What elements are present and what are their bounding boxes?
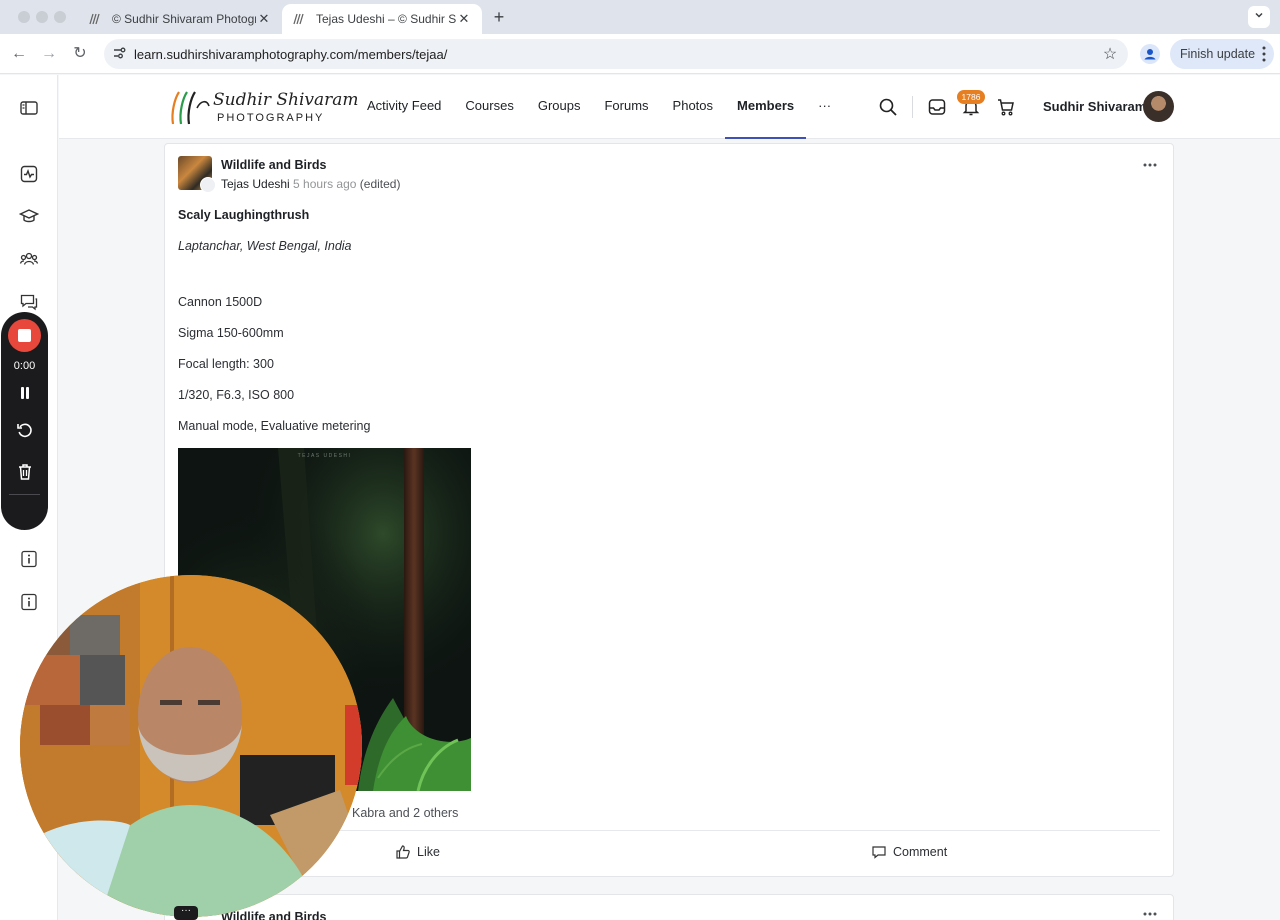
post-location: Laptanchar, West Bengal, India [178,239,352,253]
post-edited-label: (edited) [359,177,401,191]
logo-mark-icon [171,91,210,125]
cart-icon[interactable] [996,97,1016,117]
screen-recorder-panel: 0:00 [1,312,48,530]
post-meta: Tejas Udeshi 5 hours ago (edited) [221,177,400,191]
url-text[interactable]: learn.sudhirshivaramphotography.com/memb… [134,47,1092,62]
back-button[interactable]: ← [9,44,29,64]
post-text-line: Cannon 1500D [178,295,263,309]
trash-icon[interactable] [15,462,35,482]
header-divider [912,96,913,118]
finish-update-label: Finish update [1180,47,1256,61]
restart-icon[interactable] [15,421,35,441]
notification-count-badge: 1786 [957,90,985,104]
stop-recording-button[interactable] [8,319,41,352]
forward-button[interactable]: → [39,44,59,64]
nav-activity-feed[interactable]: Activity Feed [355,75,453,139]
nav-forums[interactable]: Forums [592,75,660,139]
window-zoom-button[interactable] [54,11,66,23]
post-options-button[interactable] [1143,903,1157,919]
forums-chat-icon[interactable] [19,292,39,312]
nav-members[interactable]: Members [725,75,807,139]
main-nav: Activity Feed Courses Groups Forums Phot… [355,75,843,139]
browser-toolbar: ← → ↻ learn.sudhirshivaramphotography.co… [0,34,1280,74]
author-avatar[interactable] [200,177,216,193]
post-text-line: Manual mode, Evaluative metering [178,419,371,433]
sidebar-toggle-icon[interactable] [19,98,39,118]
activity-icon[interactable] [19,164,39,184]
post-author-link[interactable]: Tejas Udeshi [221,177,290,191]
like-label: Like [417,845,440,859]
nav-photos[interactable]: Photos [661,75,725,139]
site-settings-icon[interactable] [104,46,134,63]
logo-subtext: PHOTOGRAPHY [217,112,325,124]
more-dots-icon [1143,912,1157,916]
bookmark-star-icon[interactable]: ☆ [1092,44,1128,64]
browser-tab-2[interactable]: Tejas Udeshi – © Sudhir Shiva ✕ [282,4,482,34]
post-title: Scaly Laughingthrush [178,208,310,222]
post-text-line: 1/320, F6.3, ISO 800 [178,388,295,402]
chevron-down-icon [1255,12,1263,18]
post-time[interactable]: 5 hours ago [293,177,356,191]
nav-more[interactable]: ··· [806,75,843,139]
site-logo[interactable]: Sudhir Shivaram PHOTOGRAPHY [165,88,359,128]
reload-button[interactable]: ↻ [70,44,90,64]
recorder-divider [9,494,40,495]
kebab-menu-icon [1262,46,1266,62]
logo-text: Sudhir Shivaram [213,90,359,110]
nav-courses[interactable]: Courses [453,75,525,139]
activity-post-card: Wildlife and Birds [164,894,1174,920]
address-bar[interactable]: learn.sudhirshivaramphotography.com/memb… [104,39,1128,69]
inbox-icon[interactable] [927,97,947,117]
comment-bubble-icon [872,846,886,859]
photo-watermark: TEJAS UDESHI [297,453,352,459]
more-dots-icon [1143,163,1157,167]
finish-update-button[interactable]: Finish update [1170,39,1274,69]
tab-title: © Sudhir Shivaram Photograp [112,12,256,26]
info-icon[interactable] [19,549,39,569]
nav-groups[interactable]: Groups [526,75,593,139]
tab-title: Tejas Udeshi – © Sudhir Shiva [316,12,456,26]
like-button[interactable]: Like [395,841,440,863]
likes-summary[interactable]: Kabra and 2 others [352,806,458,820]
window-minimize-button[interactable] [36,11,48,23]
post-options-button[interactable] [1143,154,1157,170]
close-icon[interactable]: ✕ [256,11,272,27]
webcam-overlay[interactable] [20,575,362,917]
site-header: Sudhir Shivaram PHOTOGRAPHY Activity Fee… [59,75,1280,139]
post-text-line: Sigma 150-600mm [178,326,284,340]
window-close-button[interactable] [18,11,30,23]
groups-icon[interactable] [19,249,39,269]
search-icon[interactable] [878,97,898,117]
webcam-options-button[interactable]: ··· [174,906,198,920]
post-text-line: Focal length: 300 [178,357,274,371]
site-favicon-icon [89,13,100,25]
post-group-link[interactable]: Wildlife and Birds [221,910,326,920]
browser-tab-bar: © Sudhir Shivaram Photograp ✕ Tejas Udes… [0,0,1280,34]
webcam-video-feed [20,575,362,917]
browser-tab-1[interactable]: © Sudhir Shivaram Photograp ✕ [78,4,282,34]
comment-label: Comment [893,845,948,859]
tab-search-button[interactable] [1248,6,1270,28]
avatar[interactable] [1143,91,1174,122]
info-icon[interactable] [19,592,39,612]
new-tab-button[interactable]: + [488,6,510,28]
post-group-link[interactable]: Wildlife and Birds [221,158,326,172]
close-icon[interactable]: ✕ [456,11,472,27]
comment-button[interactable]: Comment [871,841,947,863]
pause-icon[interactable] [15,383,35,403]
profile-icon[interactable] [1140,44,1160,64]
user-name[interactable]: Sudhir Shivaram [1043,99,1146,114]
recording-timer: 0:00 [13,360,36,372]
site-favicon-icon [293,13,304,25]
thumbs-up-icon [396,845,410,859]
courses-graduation-icon[interactable] [19,206,39,226]
